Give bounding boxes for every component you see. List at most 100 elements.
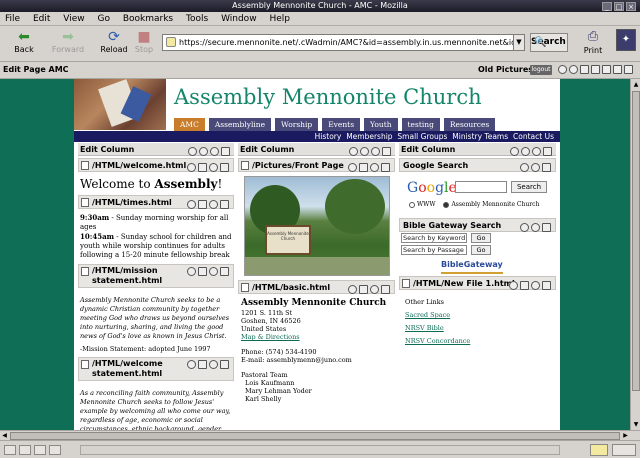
scroll-down-icon[interactable]: ▼ xyxy=(632,420,640,429)
trash-icon[interactable] xyxy=(221,147,230,156)
link-sacred-space[interactable]: Sacred Space xyxy=(405,311,450,319)
settings-icon[interactable] xyxy=(187,200,196,209)
settings-icon[interactable] xyxy=(187,267,196,276)
passage-search-input[interactable]: Search by Passage xyxy=(401,245,467,255)
tab-youth[interactable]: Youth xyxy=(364,118,398,131)
print-button[interactable]: ⎙ Print xyxy=(575,28,611,60)
minimize-icon[interactable]: _ xyxy=(602,2,612,11)
move-icon[interactable] xyxy=(210,147,219,156)
move-icon[interactable] xyxy=(532,147,541,156)
trash-icon[interactable] xyxy=(542,281,551,290)
scroll-up-icon[interactable]: ▲ xyxy=(632,80,640,89)
menu-edit[interactable]: Edit xyxy=(28,12,55,26)
scroll-right-icon[interactable]: ▶ xyxy=(621,431,630,440)
edit-column-label[interactable]: Edit Column xyxy=(80,145,134,154)
tab-testing[interactable]: testing xyxy=(401,118,440,131)
block-filename[interactable]: /HTML/welcome.html xyxy=(92,161,186,170)
tab-resources[interactable]: Resources xyxy=(443,118,496,131)
subnav-history[interactable]: History xyxy=(315,132,342,141)
trash-icon[interactable] xyxy=(220,200,229,209)
google-search-input[interactable] xyxy=(455,181,507,193)
trash-icon[interactable] xyxy=(624,65,633,74)
keyword-go-button[interactable]: Go xyxy=(471,233,491,243)
keyword-search-input[interactable]: Search by Keyword xyxy=(401,233,467,243)
folder-icon[interactable] xyxy=(359,163,368,172)
settings-icon[interactable] xyxy=(349,147,358,156)
tab-events[interactable]: Events xyxy=(322,118,361,131)
search-button[interactable]: 🔍 Search xyxy=(530,33,568,52)
navigator-icon[interactable] xyxy=(4,445,16,455)
old-pictures-link[interactable]: Old Pictures xyxy=(478,65,533,74)
settings-icon[interactable] xyxy=(187,360,196,369)
edit-pencil-icon[interactable] xyxy=(198,200,207,209)
url-input[interactable]: https://secure.mennonite.net/.cWadmin/AM… xyxy=(162,34,514,51)
security-lock-icon[interactable] xyxy=(590,444,608,456)
close-icon[interactable]: × xyxy=(626,2,636,11)
settings-icon[interactable] xyxy=(188,147,197,156)
tab-worship[interactable]: Worship xyxy=(275,118,319,131)
url-history-dropdown[interactable]: ▼ xyxy=(513,34,525,51)
trash-icon[interactable] xyxy=(543,147,552,156)
bible-gateway-logo[interactable]: BibleGateway xyxy=(441,260,503,274)
menu-tools[interactable]: Tools xyxy=(181,12,213,26)
horizontal-scrollbar[interactable]: ◀ ▶ xyxy=(0,430,640,440)
settings-icon[interactable] xyxy=(510,147,519,156)
settings-icon[interactable] xyxy=(520,163,529,172)
logout-button[interactable]: logout xyxy=(530,65,552,75)
map-directions-link[interactable]: Map & Directions xyxy=(241,333,300,341)
settings-icon[interactable] xyxy=(558,65,567,74)
menu-help[interactable]: Help xyxy=(264,12,295,26)
move-icon[interactable] xyxy=(209,267,218,276)
settings-icon[interactable] xyxy=(348,285,357,294)
edit-pencil-icon[interactable] xyxy=(520,281,529,290)
tab-amc[interactable]: AMC xyxy=(174,118,205,131)
edit-column-label[interactable]: Edit Column xyxy=(240,145,294,154)
tab-assemblyline[interactable]: Assemblyline xyxy=(208,118,272,131)
menu-view[interactable]: View xyxy=(58,12,89,26)
move-icon[interactable] xyxy=(531,281,540,290)
maximize-icon[interactable]: □ xyxy=(614,2,624,11)
block-filename[interactable]: /HTML/New File 1.html xyxy=(413,279,515,288)
move-icon[interactable] xyxy=(209,360,218,369)
menu-file[interactable]: File xyxy=(0,12,25,26)
edit-column-label[interactable]: Edit Column xyxy=(401,145,455,154)
trash-icon[interactable] xyxy=(381,285,390,294)
subnav-contact-us[interactable]: Contact Us xyxy=(513,132,554,141)
settings-icon[interactable] xyxy=(348,163,357,172)
composer-icon[interactable] xyxy=(34,445,46,455)
trash-icon[interactable] xyxy=(382,147,391,156)
menu-go[interactable]: Go xyxy=(92,12,114,26)
trash-icon[interactable] xyxy=(542,223,551,232)
menu-bookmarks[interactable]: Bookmarks xyxy=(118,12,178,26)
trash-icon[interactable] xyxy=(220,360,229,369)
settings-icon[interactable] xyxy=(520,223,529,232)
add-icon[interactable] xyxy=(360,147,369,156)
properties-icon[interactable] xyxy=(569,65,578,74)
block-filename[interactable]: /HTML/welcome xyxy=(92,359,163,368)
move-icon[interactable] xyxy=(209,163,218,172)
subnav-small-groups[interactable]: Small Groups xyxy=(397,132,447,141)
radio-site[interactable] xyxy=(443,201,450,208)
move-icon[interactable] xyxy=(370,163,379,172)
move-icon[interactable] xyxy=(370,285,379,294)
page-icon[interactable] xyxy=(613,65,622,74)
vertical-scroll-thumb[interactable] xyxy=(632,91,640,391)
add-icon[interactable] xyxy=(521,147,530,156)
settings-icon[interactable] xyxy=(187,163,196,172)
subnav-ministry-teams[interactable]: Ministry Teams xyxy=(452,132,508,141)
google-search-heading[interactable]: Google Search xyxy=(403,161,468,170)
trash-icon[interactable] xyxy=(542,163,551,172)
radio-www[interactable] xyxy=(409,201,415,208)
block-filename[interactable]: /HTML/basic.html xyxy=(252,283,330,292)
edit-icon[interactable] xyxy=(602,65,611,74)
online-status-icon[interactable] xyxy=(612,444,636,456)
passage-go-button[interactable]: Go xyxy=(471,245,491,255)
move-icon[interactable] xyxy=(531,223,540,232)
mail-icon[interactable] xyxy=(19,445,31,455)
link-nrsv-bible[interactable]: NRSV Bible xyxy=(405,324,444,332)
block-filename[interactable]: /Pictures/Front Page xyxy=(252,161,344,170)
trash-icon[interactable] xyxy=(220,267,229,276)
block-filename-cont[interactable]: statement.html xyxy=(92,369,162,378)
edit-pencil-icon[interactable] xyxy=(198,163,207,172)
move-icon[interactable] xyxy=(371,147,380,156)
